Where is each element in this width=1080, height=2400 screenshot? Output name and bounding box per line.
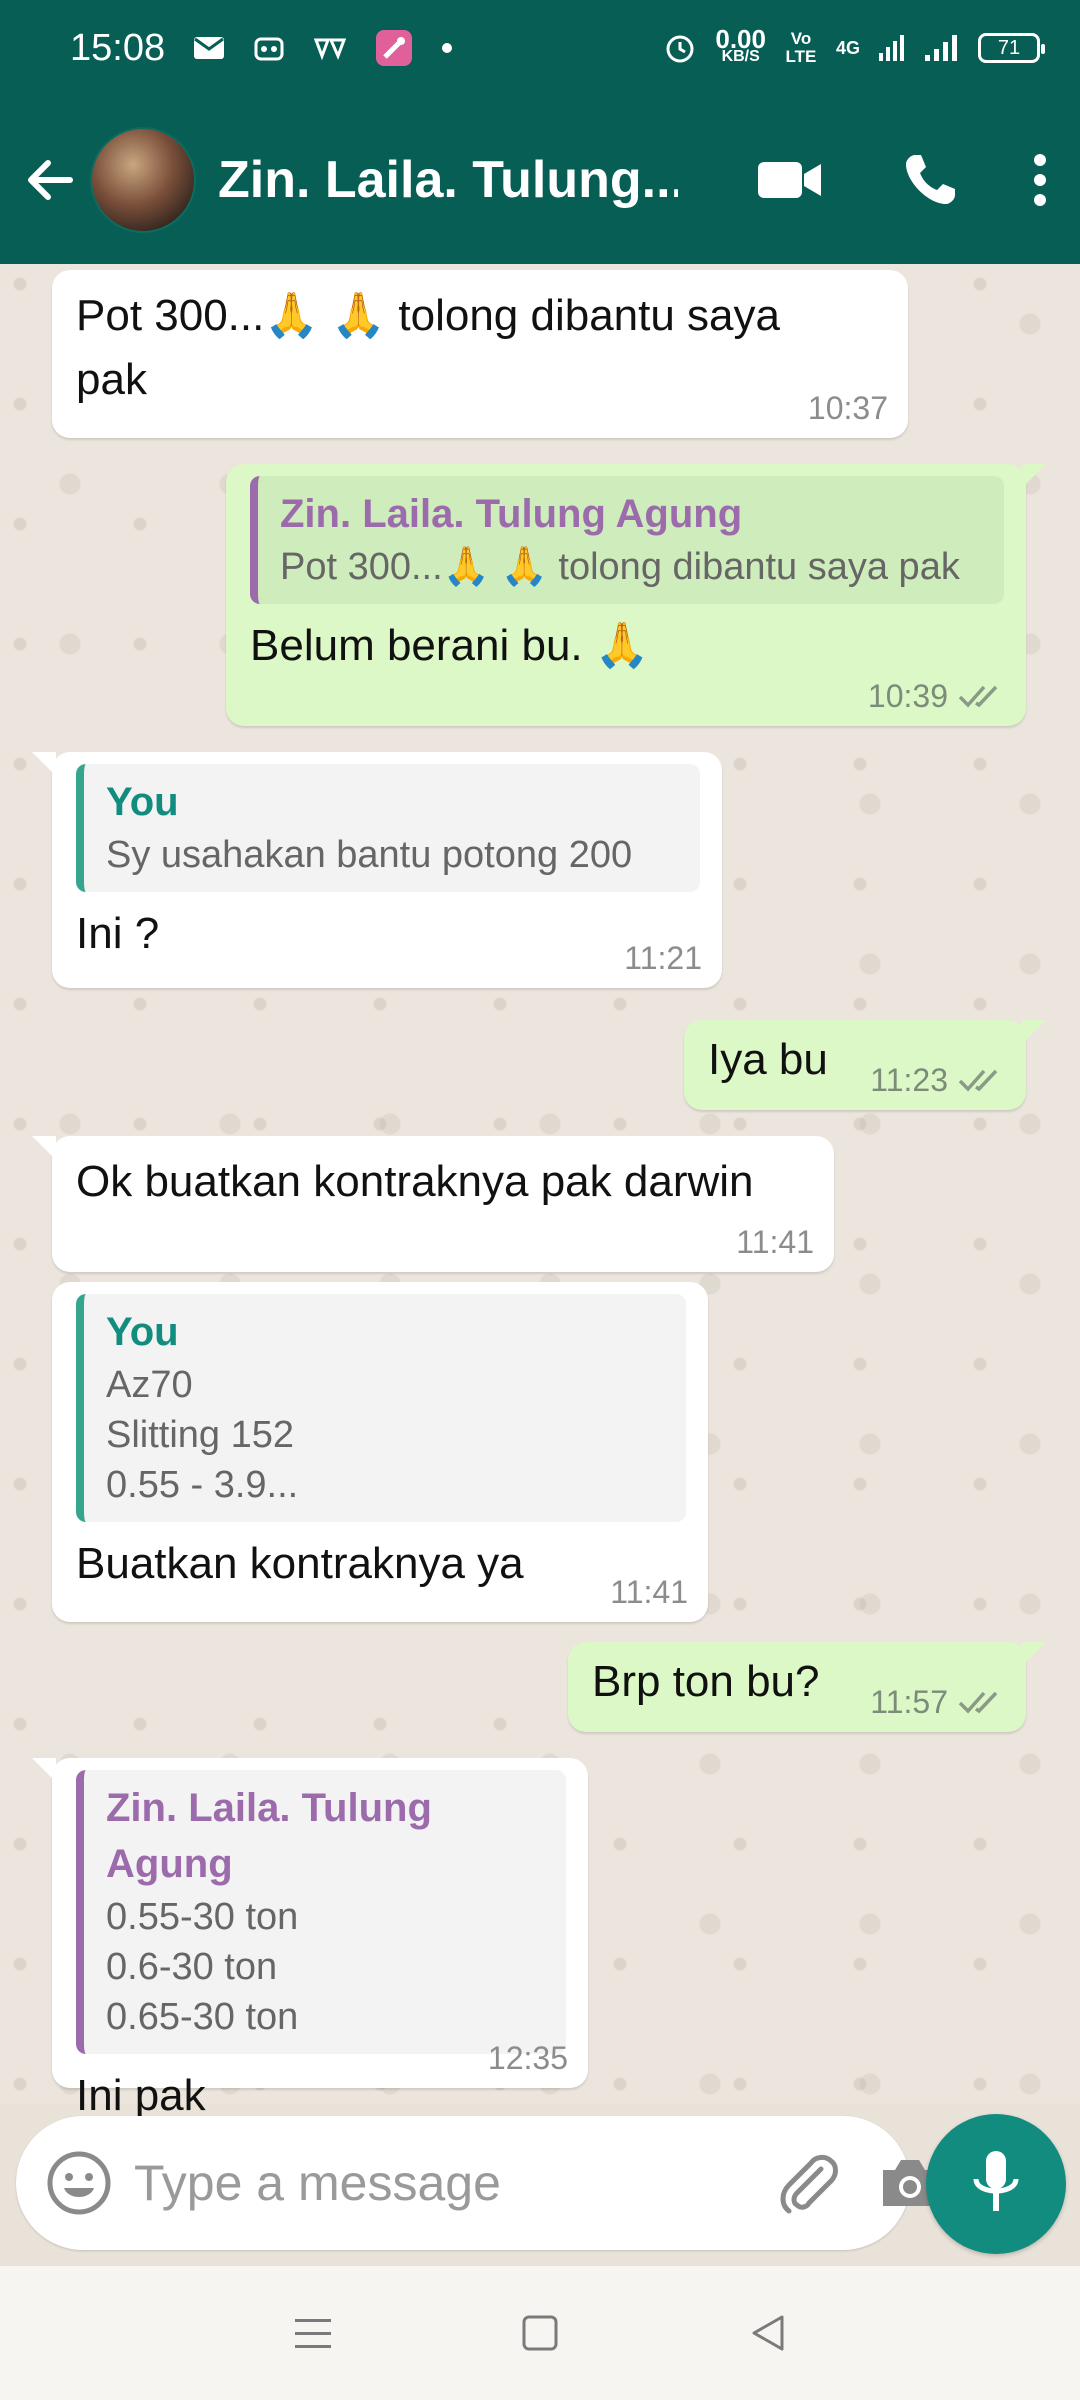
- message-time: 10:37: [807, 390, 888, 426]
- alarm-icon: [663, 31, 697, 65]
- message-time: 10:39: [868, 676, 1006, 716]
- more-options-button[interactable]: [1000, 96, 1080, 264]
- volte-indicator: Vo LTE: [785, 29, 817, 66]
- quote-text: Sy usahakan bantu potong 200: [106, 834, 633, 876]
- quote-text: Pot 300...🙏 🙏 tolong dibantu saya pak: [280, 546, 960, 588]
- chat-header: Zin. Laila. Tulung...: [0, 96, 1080, 264]
- message-incoming[interactable]: Zin. Laila. Tulung Agung 0.55-30 ton 0.6…: [32, 1758, 588, 2120]
- quote-author: Zin. Laila. Tulung Agung: [280, 492, 743, 536]
- contact-name[interactable]: Zin. Laila. Tulung...: [218, 150, 678, 210]
- message-time: 11:41: [610, 1574, 688, 1610]
- voice-record-button[interactable]: [926, 2114, 1066, 2254]
- menu-icon: [295, 2319, 332, 2348]
- system-nav-bar: [0, 2266, 1080, 2400]
- battery-indicator: 71: [978, 33, 1045, 63]
- attach-button[interactable]: [777, 2140, 841, 2226]
- message-incoming[interactable]: Ok buatkan kontraknya pak darwin 11:41: [32, 1136, 834, 1272]
- message-text: Ini ?: [76, 909, 160, 958]
- mic-icon: [973, 2151, 1019, 2211]
- recent-apps-button[interactable]: [273, 2293, 353, 2373]
- message-incoming[interactable]: You Az70 Slitting 152 0.55 - 3.9... Buat…: [52, 1282, 708, 1622]
- emoji-button[interactable]: [46, 2140, 112, 2226]
- robot-icon: [253, 33, 285, 63]
- home-button[interactable]: [500, 2293, 580, 2373]
- voice-call-button[interactable]: [860, 96, 1000, 264]
- message-outgoing[interactable]: Iya bu 11:23: [684, 1020, 1046, 1110]
- signal-icon: [878, 33, 906, 63]
- status-bar: 15:08 0.00 KB/S Vo LTE 4G 71: [0, 0, 1080, 96]
- message-time: 11:57: [870, 1682, 1006, 1722]
- message-incoming[interactable]: Pot 300...🙏 🙏 tolong dibantu saya pak 10…: [52, 270, 908, 438]
- message-time: 11:21: [624, 940, 702, 976]
- video-call-icon: [758, 162, 821, 198]
- back-triangle-icon: [752, 2315, 784, 2351]
- back-nav-button[interactable]: [727, 2293, 807, 2373]
- status-time: 15:08: [70, 26, 166, 69]
- mail-icon: [193, 35, 225, 61]
- quote-author: You: [106, 1310, 179, 1354]
- phone-call-icon: [905, 155, 955, 205]
- quote-author: You: [106, 780, 179, 824]
- message-outgoing[interactable]: Zin. Laila. Tulung Agung Pot 300...🙏 🙏 t…: [226, 464, 1046, 726]
- app-notification-icon: [375, 29, 413, 67]
- read-ticks-icon: [958, 685, 998, 708]
- contact-avatar[interactable]: [90, 127, 196, 233]
- read-ticks-icon: [958, 1691, 998, 1714]
- dot-icon: [441, 42, 453, 54]
- read-ticks-icon: [958, 1069, 998, 1092]
- chat-area[interactable]: Pot 300...🙏 🙏 tolong dibantu saya pak 10…: [0, 264, 1080, 2120]
- message-text: Buatkan kontraknya ya: [76, 1539, 524, 1588]
- emoji-icon: [47, 2151, 111, 2215]
- quoted-message[interactable]: Zin. Laila. Tulung Agung 0.55-30 ton 0.6…: [76, 1770, 566, 2054]
- home-square-icon: [522, 2315, 558, 2351]
- quote-author: Zin. Laila. Tulung Agung: [106, 1786, 432, 1886]
- video-call-button[interactable]: [720, 96, 860, 264]
- more-options-icon: [1034, 154, 1046, 206]
- quoted-message[interactable]: You Az70 Slitting 152 0.55 - 3.9...: [76, 1294, 686, 1522]
- back-arrow-icon: [28, 160, 73, 200]
- network-type: 4G: [835, 38, 860, 58]
- quote-text: 0.55-30 ton 0.6-30 ton 0.65-30 ton: [106, 1896, 299, 2038]
- quoted-message[interactable]: Zin. Laila. Tulung Agung Pot 300...🙏 🙏 t…: [250, 476, 1004, 604]
- message-time: 11:41: [736, 1224, 814, 1260]
- message-time: 11:23: [870, 1060, 1006, 1100]
- notification-icon: [313, 34, 347, 62]
- signal-icon-2: [924, 33, 960, 63]
- message-input[interactable]: [134, 2154, 777, 2212]
- message-composer: [16, 2116, 937, 2250]
- quoted-message[interactable]: You Sy usahakan bantu potong 200: [76, 764, 700, 892]
- message-text: Belum berani bu. 🙏: [250, 621, 650, 670]
- message-incoming[interactable]: You Sy usahakan bantu potong 200 Ini ? 1…: [32, 752, 722, 988]
- message-time: 12:35: [487, 2040, 568, 2076]
- message-text: Ok buatkan kontraknya pak darwin: [76, 1157, 754, 1206]
- net-speed: 0.00 KB/S: [715, 24, 766, 65]
- attach-icon: [780, 2154, 838, 2214]
- quote-text: Az70 Slitting 152 0.55 - 3.9...: [106, 1364, 299, 1506]
- message-text: Pot 300...🙏 🙏 tolong dibantu saya pak: [76, 291, 780, 404]
- message-outgoing[interactable]: Brp ton bu? 11:57: [568, 1642, 1046, 1732]
- back-button[interactable]: [10, 96, 90, 264]
